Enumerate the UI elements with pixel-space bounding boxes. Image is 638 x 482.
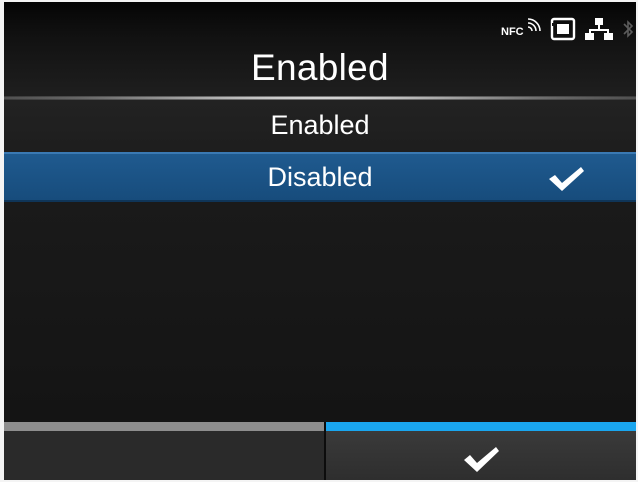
option-enabled[interactable]: Enabled: [4, 100, 636, 152]
sd-card-icon: [550, 17, 576, 41]
checkmark-icon: [546, 162, 586, 208]
option-disabled[interactable]: Disabled: [4, 152, 636, 202]
option-list: Enabled Disabled: [4, 100, 636, 420]
back-button[interactable]: [4, 422, 324, 480]
checkmark-icon: [461, 443, 501, 480]
option-label: Enabled: [270, 110, 370, 140]
nfc-icon: NFC: [501, 18, 541, 40]
network-icon: [585, 17, 613, 41]
header: NFC Enabled: [4, 2, 636, 98]
screen: NFC Enabled Enabled Disabled: [4, 2, 636, 480]
footer: [4, 422, 636, 480]
status-icons: NFC: [501, 16, 634, 42]
nfc-label: NFC: [501, 26, 524, 38]
bluetooth-icon: [622, 17, 634, 41]
page-title: Enabled: [251, 47, 389, 88]
confirm-button[interactable]: [326, 422, 636, 480]
option-label: Disabled: [267, 162, 373, 192]
